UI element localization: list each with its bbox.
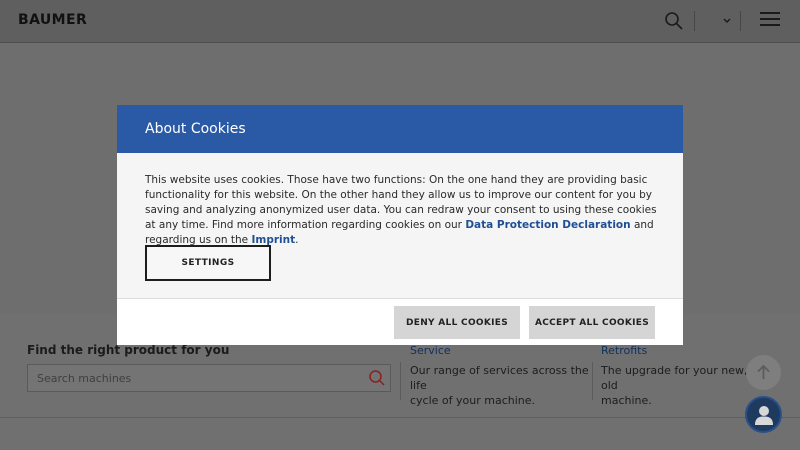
retrofits-description: The upgrade for your new, old machine.	[601, 364, 748, 407]
dialog-header: About Cookies	[117, 105, 683, 153]
machine-search-input[interactable]: Search machines	[27, 364, 391, 392]
service-description: Our range of services across the life cy…	[410, 364, 589, 407]
user-avatar-icon	[755, 406, 773, 425]
baumer-logo[interactable]: BAUMER	[18, 12, 87, 28]
scroll-to-top-button[interactable]	[746, 355, 781, 390]
data-protection-link[interactable]: Data Protection Declaration	[465, 219, 630, 231]
header-separator	[694, 11, 695, 31]
header-separator	[740, 11, 741, 31]
search-placeholder: Search machines	[37, 372, 132, 385]
column-separator	[400, 362, 401, 400]
chat-assistant-button[interactable]	[745, 396, 782, 433]
site-header: BAUMER	[0, 0, 800, 43]
retrofits-link[interactable]: Retrofits	[601, 344, 647, 357]
dialog-title: About Cookies	[145, 121, 246, 137]
cookie-consent-dialog: About Cookies This website uses cookies.…	[117, 105, 683, 345]
settings-button[interactable]: SETTINGS	[145, 245, 271, 281]
search-icon[interactable]	[664, 11, 684, 31]
hamburger-menu-icon[interactable]	[760, 12, 780, 28]
search-icon[interactable]	[368, 369, 386, 387]
chevron-down-icon[interactable]	[720, 14, 734, 28]
column-separator	[592, 362, 593, 400]
deny-all-cookies-button[interactable]: DENY ALL COOKIES	[394, 306, 520, 339]
accept-all-cookies-button[interactable]: ACCEPT ALL COOKIES	[529, 306, 655, 339]
arrow-up-icon	[757, 364, 770, 379]
cookie-description: This website uses cookies. Those have tw…	[145, 174, 657, 246]
product-finder-title: Find the right product for you	[27, 343, 230, 357]
service-link[interactable]: Service	[410, 344, 451, 357]
section-divider	[0, 417, 800, 418]
